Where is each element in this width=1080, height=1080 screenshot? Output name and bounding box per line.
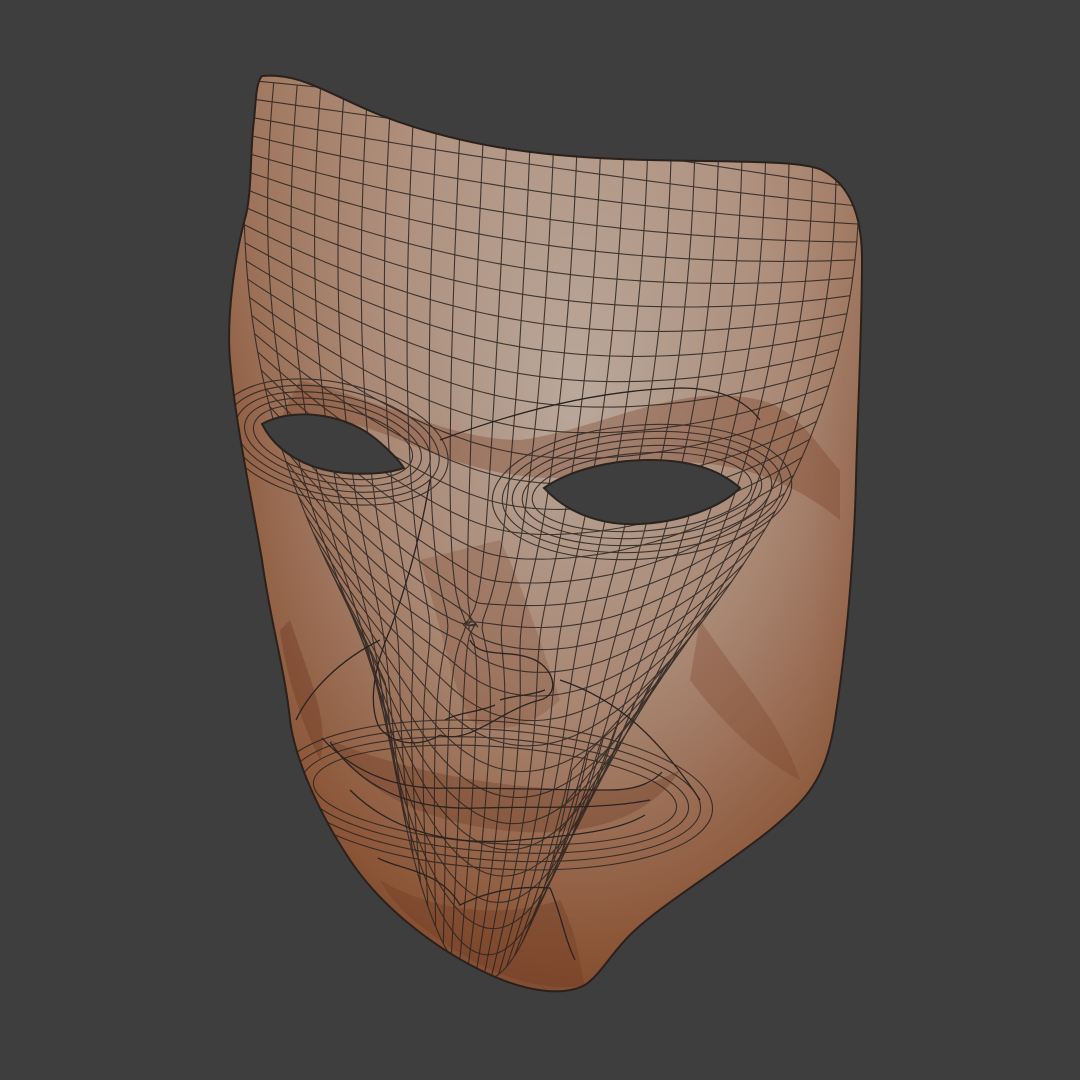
render-viewport [0,0,1080,1080]
mask-model [228,74,864,993]
